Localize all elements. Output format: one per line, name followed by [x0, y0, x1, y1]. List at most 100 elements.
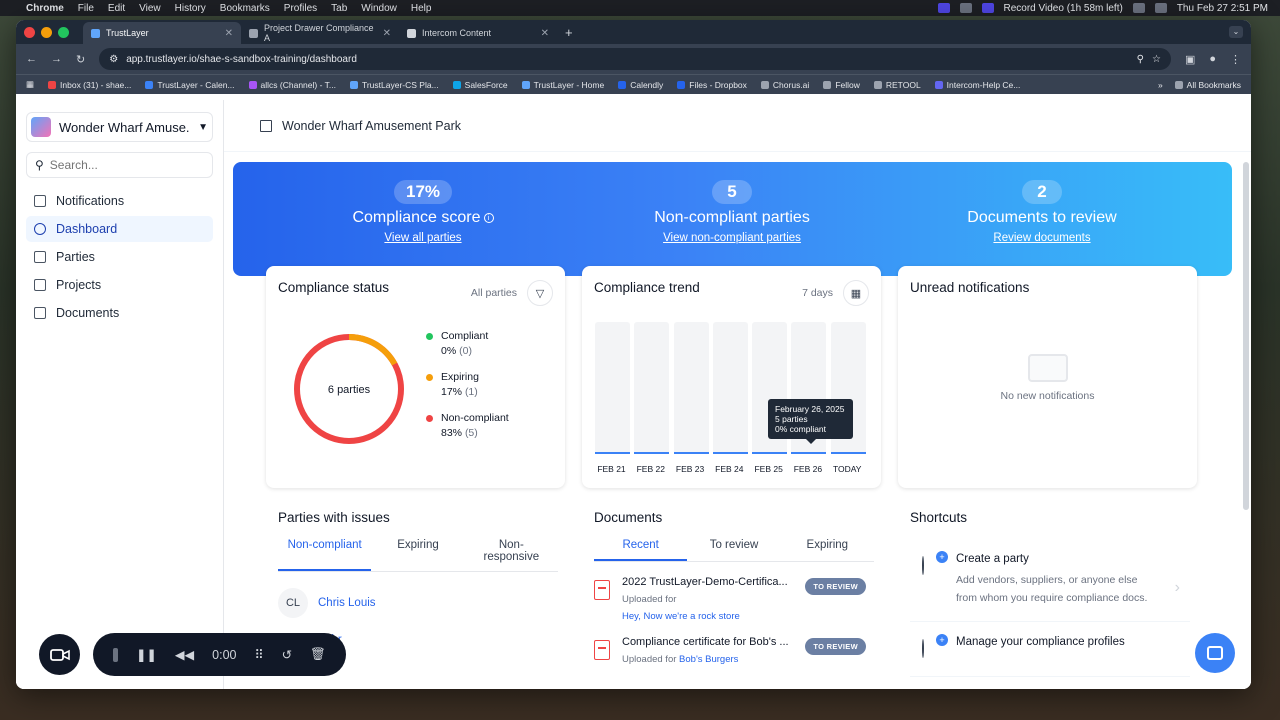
zoom-window-button[interactable]	[58, 26, 69, 38]
zoom-icon[interactable]	[981, 3, 994, 13]
forward-icon[interactable]: →	[51, 53, 62, 65]
org-selector[interactable]: Wonder Wharf Amuse... ▼	[26, 112, 213, 142]
sidebar-item-dashboard[interactable]: Dashboard	[26, 216, 213, 242]
close-tab-icon[interactable]: ✕	[383, 28, 391, 39]
tab-search-icon[interactable]: ⌄	[1229, 26, 1243, 38]
section-title: Parties with issues	[278, 510, 390, 525]
minimize-window-button[interactable]	[41, 26, 52, 38]
tab-intercom[interactable]: Intercom Content ✕	[399, 22, 557, 44]
view-all-parties-link[interactable]: View all parties	[273, 232, 573, 244]
party-row[interactable]: CL Chris Louis	[278, 588, 558, 618]
battery-icon[interactable]	[1154, 3, 1167, 13]
menu-profiles[interactable]: Profiles	[284, 3, 317, 14]
menu-edit[interactable]: Edit	[108, 3, 125, 14]
bookmark-item[interactable]: TrustLayer - Home	[521, 80, 604, 90]
bookmark-item[interactable]: TrustLayer-CS Pla...	[349, 80, 439, 90]
trend-bar[interactable]	[634, 322, 670, 454]
document-row[interactable]: 2022 TrustLayer-Demo-Certifica... Upload…	[594, 576, 874, 622]
extensions-icon[interactable]: ▣	[1185, 53, 1195, 66]
party-row[interactable]: Fohr	[318, 634, 558, 646]
close-tab-icon[interactable]: ✕	[225, 28, 233, 39]
recording-time: 0:00	[212, 647, 237, 662]
sidebar-item-notifications[interactable]: Notifications	[26, 188, 213, 214]
info-icon[interactable]: i	[483, 212, 494, 223]
menu-help[interactable]: Help	[411, 3, 432, 14]
menu-app[interactable]: Chrome	[26, 3, 64, 14]
sidebar-item-documents[interactable]: Documents	[26, 300, 213, 326]
bookmark-item[interactable]: Files - Dropbox	[677, 80, 747, 90]
menu-window[interactable]: Window	[361, 3, 397, 14]
menu-bookmarks[interactable]: Bookmarks	[220, 3, 270, 14]
filter-button[interactable]: ▽	[527, 280, 553, 306]
menu-view[interactable]: View	[139, 3, 161, 14]
calendar-button[interactable]: ▦	[843, 280, 869, 306]
tab-nonresponsive[interactable]: Non-responsive	[465, 539, 558, 571]
bookmark-item[interactable]: RETOOL	[873, 80, 921, 90]
tab-trustlayer[interactable]: TrustLayer ✕	[83, 22, 241, 44]
all-bookmarks-button[interactable]: All Bookmarks	[1174, 80, 1241, 90]
close-tab-icon[interactable]: ✕	[541, 28, 549, 39]
reload-icon[interactable]: ↻	[76, 53, 85, 66]
clock[interactable]: Thu Feb 27 2:51 PM	[1177, 3, 1268, 14]
stop-recording-button[interactable]	[113, 647, 118, 662]
back-icon[interactable]: ←	[26, 53, 37, 65]
zoom-lens-icon[interactable]: ⚲	[1137, 54, 1144, 65]
party-name[interactable]: Chris Louis	[318, 597, 376, 609]
shortcut-create-party[interactable]: + Create a party Add vendors, suppliers,…	[910, 539, 1190, 622]
tab-noncompliant[interactable]: Non-compliant	[278, 539, 372, 571]
wifi-icon[interactable]	[1132, 3, 1145, 13]
bookmark-item[interactable]: Fellow	[823, 80, 860, 90]
scrollbar[interactable]	[1243, 162, 1249, 510]
bookmark-item[interactable]: allcs (Channel) - T...	[248, 80, 336, 90]
menu-tab[interactable]: Tab	[331, 3, 347, 14]
view-noncompliant-link[interactable]: View non-compliant parties	[582, 232, 882, 244]
trash-icon[interactable]: 🗑	[310, 647, 326, 662]
tab-expiring[interactable]: Expiring	[781, 539, 874, 561]
menu-file[interactable]: File	[78, 3, 94, 14]
address-bar[interactable]: ⚙ app.trustlayer.io/shae-s-sandbox-train…	[99, 48, 1171, 70]
record-video-status[interactable]: Record Video (1h 58m left)	[1004, 3, 1123, 14]
document-title[interactable]: 2022 TrustLayer-Demo-Certifica...	[622, 576, 794, 588]
trend-bar[interactable]	[673, 322, 709, 454]
sidebar-item-parties[interactable]: Parties	[26, 244, 213, 270]
bookmark-item[interactable]: SalesForce	[452, 80, 508, 90]
document-row[interactable]: Compliance certificate for Bob's ... Upl…	[594, 636, 874, 665]
trend-bar[interactable]	[712, 322, 748, 454]
site-info-icon[interactable]: ⚙	[109, 54, 118, 65]
apps-grid-icon[interactable]: ▦	[26, 79, 34, 90]
rewind-icon[interactable]: ◀◀	[175, 647, 194, 662]
bookmark-item[interactable]: Intercom-Help Ce...	[934, 80, 1020, 90]
bookmark-item[interactable]: Chorus.ai	[760, 80, 809, 90]
camera-toggle-button[interactable]	[39, 634, 80, 675]
review-documents-link[interactable]: Review documents	[892, 232, 1192, 244]
document-party-link[interactable]: Bob's Burgers	[679, 654, 738, 665]
legend-count: (1)	[464, 386, 478, 398]
bookmark-item[interactable]: TrustLayer - Calen...	[145, 80, 235, 90]
intercom-chat-button[interactable]	[1195, 633, 1235, 673]
drag-grid-icon[interactable]: ⠿	[254, 647, 263, 662]
close-window-button[interactable]	[24, 26, 35, 38]
document-title[interactable]: Compliance certificate for Bob's ...	[622, 636, 794, 648]
trend-bar[interactable]	[595, 322, 630, 454]
menu-history[interactable]: History	[175, 3, 206, 14]
document-party-link[interactable]: Hey, Now we're a rock store	[622, 611, 794, 622]
profile-avatar-icon[interactable]: ●	[1209, 53, 1216, 65]
more-bookmarks-icon[interactable]: »	[1158, 80, 1163, 90]
gear-icon[interactable]	[959, 3, 972, 13]
star-icon[interactable]: ☆	[1152, 54, 1161, 65]
pause-icon[interactable]: ❚❚	[136, 647, 157, 662]
tab-recent[interactable]: Recent	[594, 539, 688, 561]
search-input[interactable]	[49, 158, 205, 172]
tab-to-review[interactable]: To review	[687, 539, 780, 561]
tab-expiring[interactable]: Expiring	[371, 539, 464, 571]
screen-icon[interactable]	[937, 3, 950, 13]
restart-icon[interactable]: ↺	[282, 647, 292, 662]
sidebar-item-projects[interactable]: Projects	[26, 272, 213, 298]
legend-name: Expiring	[441, 371, 479, 383]
shortcut-manage-profiles[interactable]: + Manage your compliance profiles	[910, 622, 1190, 677]
new-tab-button[interactable]: +	[557, 25, 581, 44]
menu-kebab-icon[interactable]: ⋮	[1230, 53, 1241, 66]
tab-project-drawer[interactable]: Project Drawer Compliance A ✕	[241, 22, 399, 44]
bookmark-item[interactable]: Inbox (31) - shae...	[48, 80, 131, 90]
bookmark-item[interactable]: Calendly	[618, 80, 663, 90]
